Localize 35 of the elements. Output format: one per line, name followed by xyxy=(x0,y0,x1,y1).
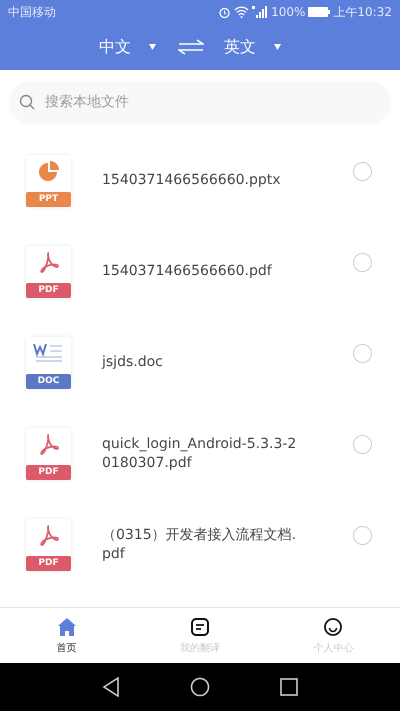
caret-icon xyxy=(149,44,156,50)
file-icon: PDF xyxy=(26,246,71,298)
file-icon: PDF xyxy=(26,428,71,480)
file-name: 1540371466566660.pdf xyxy=(102,262,273,281)
carrier-name: 中国移动 xyxy=(8,4,56,20)
alarm-icon xyxy=(218,6,232,18)
file-icon: DOC xyxy=(26,336,71,388)
swap-icon[interactable] xyxy=(178,39,204,55)
select-radio[interactable] xyxy=(353,435,372,454)
select-radio[interactable] xyxy=(353,344,372,363)
target-language-dropdown[interactable]: 英文 xyxy=(224,36,256,58)
file-name: 1540371466566660.pptx xyxy=(102,171,282,190)
file-name: jsjds.doc xyxy=(102,353,164,372)
nav-tab[interactable]: 首页 xyxy=(0,608,134,663)
wifi-icon xyxy=(234,6,250,18)
select-radio[interactable] xyxy=(353,526,372,545)
home-circle-icon[interactable] xyxy=(190,677,210,697)
file-icon: PPT xyxy=(26,154,71,206)
clock-time: 上午10:32 xyxy=(333,4,392,20)
caret-icon xyxy=(274,44,281,50)
signal-icon xyxy=(252,6,268,18)
file-icon: PDF xyxy=(26,518,71,570)
select-radio[interactable] xyxy=(353,253,372,272)
document-icon xyxy=(190,616,210,636)
source-language-dropdown[interactable]: 中文 xyxy=(99,36,131,58)
file-name: quick_login_Android-5.3.3-20180307.pdf xyxy=(102,434,298,472)
file-name: （0315）开发者接入流程文档.pdf xyxy=(102,526,298,564)
smiley-icon xyxy=(323,616,344,636)
battery-percent: 100% xyxy=(271,5,306,19)
select-radio[interactable] xyxy=(353,162,372,181)
battery-icon xyxy=(308,7,330,17)
home-icon xyxy=(56,616,77,636)
recents-icon[interactable] xyxy=(280,678,298,696)
back-icon[interactable] xyxy=(102,677,120,697)
search-field[interactable]: 搜索本地文件 xyxy=(9,81,391,123)
